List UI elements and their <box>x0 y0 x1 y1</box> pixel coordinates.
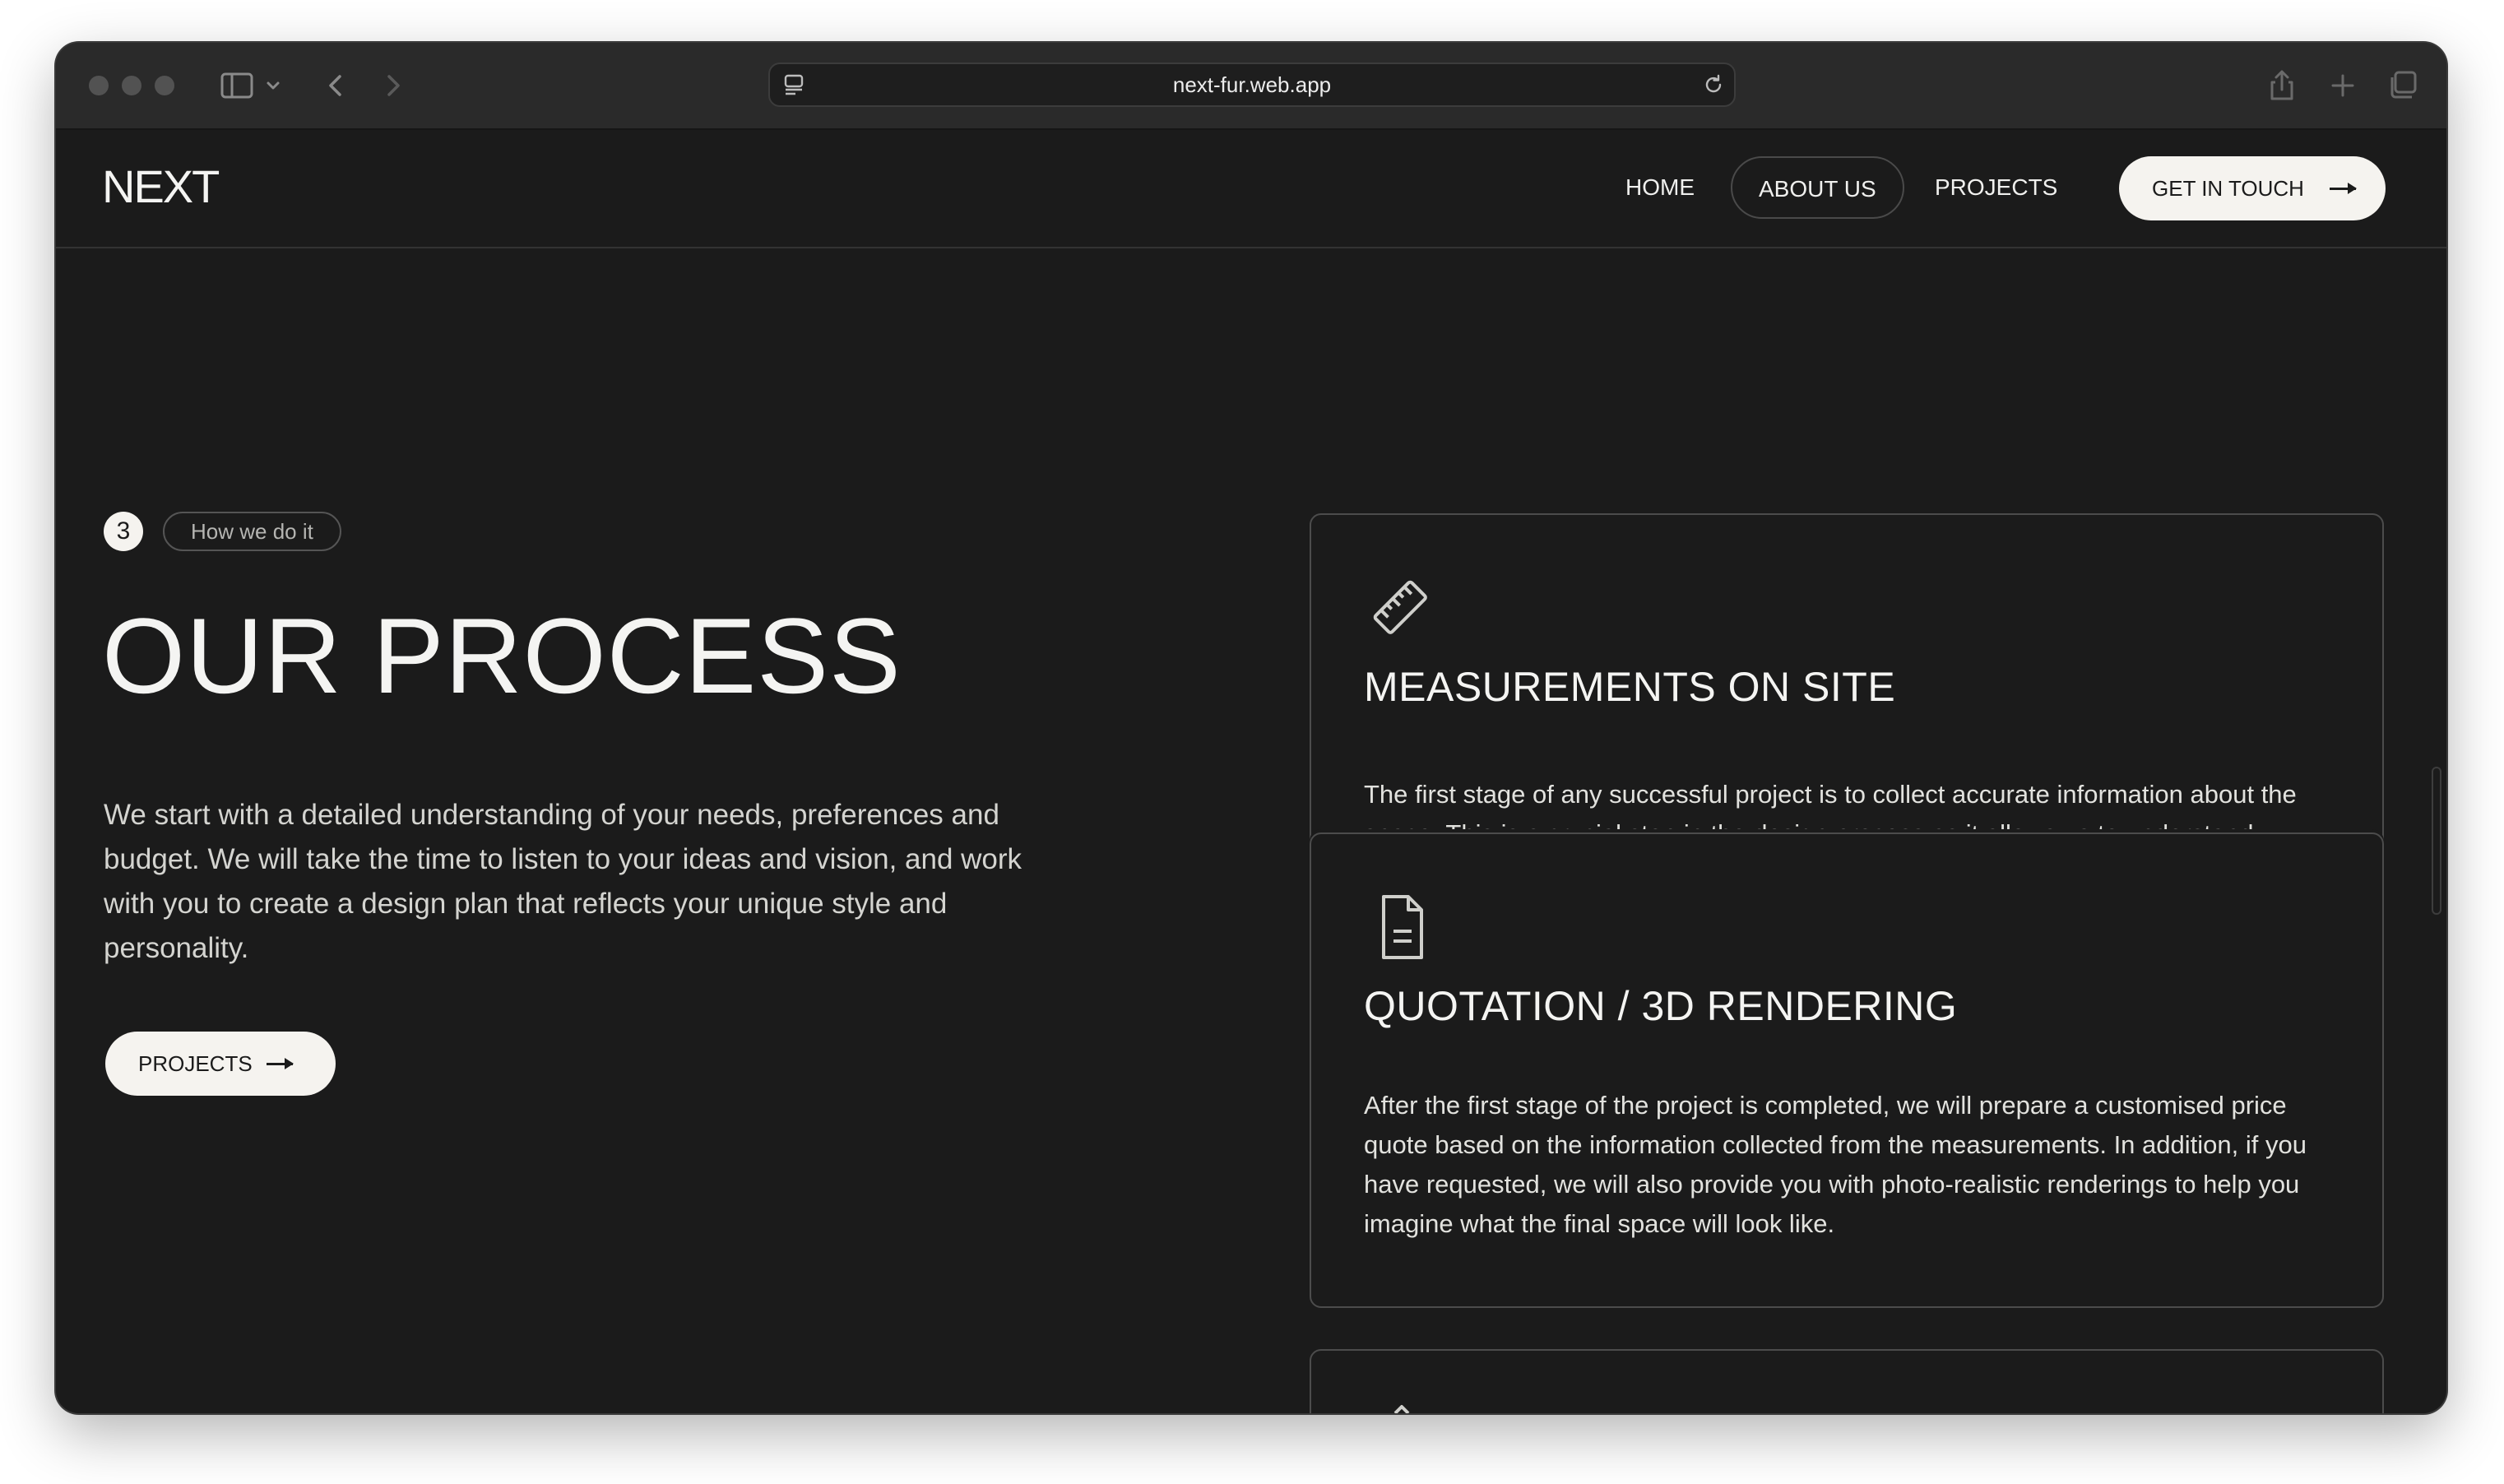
process-card-next <box>1310 1349 2384 1413</box>
browser-toolbar: next-fur.web.app <box>56 43 2446 130</box>
nav-about-us[interactable]: ABOUT US <box>1731 156 1904 219</box>
site-logo[interactable]: NEXT <box>102 160 220 213</box>
process-card-quotation: QUOTATION / 3D RENDERING After the first… <box>1310 832 2384 1308</box>
address-bar[interactable]: next-fur.web.app <box>768 63 1736 107</box>
chevron-down-icon[interactable] <box>260 66 286 105</box>
card-body: After the first stage of the project is … <box>1364 1091 2307 1238</box>
arrow-right-icon <box>2330 183 2357 194</box>
minimize-window-button[interactable] <box>122 76 141 95</box>
get-in-touch-button[interactable]: GET IN TOUCH <box>2119 156 2386 220</box>
section-title: OUR PROCESS <box>102 596 902 716</box>
close-window-button[interactable] <box>89 76 109 95</box>
projects-button[interactable]: PROJECTS <box>105 1032 336 1096</box>
arrow-right-icon <box>267 1058 294 1069</box>
reload-icon[interactable] <box>1701 72 1726 97</box>
card-title: MEASUREMENTS ON SITE <box>1364 664 1896 710</box>
browser-window: next-fur.web.app NEXT HOME ABOUT US PROJ… <box>56 43 2446 1413</box>
nav-projects[interactable]: PROJECTS <box>1935 156 2057 219</box>
forward-icon[interactable] <box>373 66 413 105</box>
section-tag: How we do it <box>163 512 341 551</box>
new-tab-icon[interactable] <box>2323 66 2363 105</box>
tab-overview-icon[interactable] <box>2384 66 2423 105</box>
section-description: We start with a detailed understanding o… <box>104 799 1022 964</box>
card-title: QUOTATION / 3D RENDERING <box>1364 983 1958 1029</box>
projects-button-label: PROJECTS <box>138 1051 253 1076</box>
share-icon[interactable] <box>2262 66 2302 105</box>
site-header: NEXT HOME ABOUT US PROJECTS GET IN TOUCH <box>56 128 2446 248</box>
sidebar-toggle-icon[interactable] <box>217 66 257 105</box>
step-number-badge: 3 <box>104 512 143 551</box>
back-icon[interactable] <box>316 66 355 105</box>
card-icon <box>1393 1405 1410 1413</box>
ruler-icon <box>1373 580 1427 634</box>
url-text[interactable]: next-fur.web.app <box>770 64 1734 105</box>
page-scrollbar[interactable] <box>2432 767 2441 915</box>
document-icon <box>1382 895 1423 959</box>
nav-home[interactable]: HOME <box>1625 156 1695 219</box>
zoom-window-button[interactable] <box>155 76 174 95</box>
get-in-touch-label: GET IN TOUCH <box>2152 176 2304 201</box>
